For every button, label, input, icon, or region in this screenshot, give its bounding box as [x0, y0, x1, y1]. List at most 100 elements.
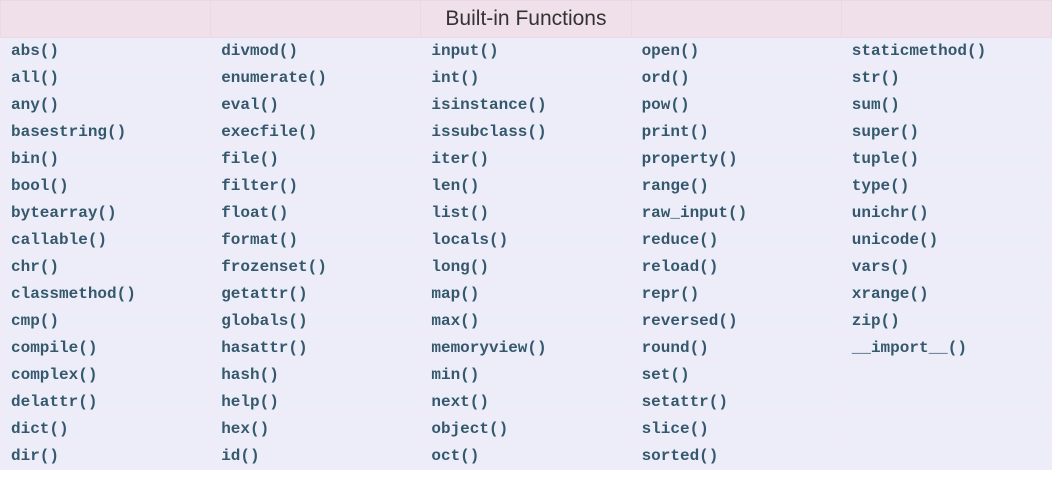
table-cell: dict()	[1, 416, 211, 443]
function-link[interactable]: cmp()	[11, 312, 59, 330]
function-link[interactable]: delattr()	[11, 393, 97, 411]
table-row: callable() format() locals() reduce() unicod…	[1, 227, 1052, 254]
function-link[interactable]: hasattr()	[221, 339, 307, 357]
table-cell: callable()	[1, 227, 211, 254]
function-link[interactable]: complex()	[11, 366, 97, 384]
function-link[interactable]: reload()	[642, 258, 719, 276]
function-link[interactable]: min()	[431, 366, 479, 384]
function-link[interactable]: frozenset()	[221, 258, 327, 276]
function-link[interactable]: print()	[642, 123, 709, 141]
function-link[interactable]: max()	[431, 312, 479, 330]
function-link[interactable]: setattr()	[642, 393, 728, 411]
function-link[interactable]: dict()	[11, 420, 69, 438]
function-link[interactable]: sum()	[852, 96, 900, 114]
function-link[interactable]: float()	[221, 204, 288, 222]
function-link[interactable]: enumerate()	[221, 69, 327, 87]
function-link[interactable]: issubclass()	[431, 123, 546, 141]
function-link[interactable]: id()	[221, 447, 259, 465]
function-link[interactable]: basestring()	[11, 123, 126, 141]
function-link[interactable]: format()	[221, 231, 298, 249]
table-cell: long()	[421, 254, 631, 281]
function-link[interactable]: classmethod()	[11, 285, 136, 303]
function-link[interactable]: round()	[642, 339, 709, 357]
header-cell-title: Built-in Functions	[421, 1, 631, 38]
function-link[interactable]: repr()	[642, 285, 700, 303]
table-cell: ord()	[631, 65, 841, 92]
function-link[interactable]: super()	[852, 123, 919, 141]
function-link[interactable]: staticmethod()	[852, 42, 986, 60]
function-link[interactable]: divmod()	[221, 42, 298, 60]
table-cell: input()	[421, 38, 631, 65]
function-link[interactable]: reduce()	[642, 231, 719, 249]
function-link[interactable]: range()	[642, 177, 709, 195]
function-link[interactable]: xrange()	[852, 285, 929, 303]
function-link[interactable]: file()	[221, 150, 279, 168]
function-link[interactable]: isinstance()	[431, 96, 546, 114]
function-link[interactable]: memoryview()	[431, 339, 546, 357]
function-link[interactable]: set()	[642, 366, 690, 384]
table-cell: reduce()	[631, 227, 841, 254]
table-cell: compile()	[1, 335, 211, 362]
table-cell: next()	[421, 389, 631, 416]
function-link[interactable]: locals()	[431, 231, 508, 249]
function-link[interactable]: oct()	[431, 447, 479, 465]
function-link[interactable]: unicode()	[852, 231, 938, 249]
function-link[interactable]: type()	[852, 177, 910, 195]
function-link[interactable]: eval()	[221, 96, 279, 114]
function-link[interactable]: property()	[642, 150, 738, 168]
function-link[interactable]: str()	[852, 69, 900, 87]
function-link[interactable]: reversed()	[642, 312, 738, 330]
function-link[interactable]: len()	[431, 177, 479, 195]
function-link[interactable]: compile()	[11, 339, 97, 357]
function-link[interactable]: raw_input()	[642, 204, 748, 222]
function-link[interactable]: input()	[431, 42, 498, 60]
function-link[interactable]: ord()	[642, 69, 690, 87]
function-link[interactable]: abs()	[11, 42, 59, 60]
function-link[interactable]: all()	[11, 69, 59, 87]
function-link[interactable]: next()	[431, 393, 489, 411]
function-link[interactable]: list()	[431, 204, 489, 222]
table-cell: sum()	[841, 92, 1051, 119]
function-link[interactable]: execfile()	[221, 123, 317, 141]
table-row: bytearray() float() list() raw_input() unich…	[1, 200, 1052, 227]
function-link[interactable]: bin()	[11, 150, 59, 168]
function-link[interactable]: help()	[221, 393, 279, 411]
builtin-functions-table: Built-in Functions abs() divmod() input() o…	[0, 0, 1052, 470]
table-cell: iter()	[421, 146, 631, 173]
table-cell: open()	[631, 38, 841, 65]
function-link[interactable]: hash()	[221, 366, 279, 384]
table-row: cmp() globals() max() reversed() zip()	[1, 308, 1052, 335]
function-link[interactable]: hex()	[221, 420, 269, 438]
function-link[interactable]: getattr()	[221, 285, 307, 303]
function-link[interactable]: filter()	[221, 177, 298, 195]
function-link[interactable]: sorted()	[642, 447, 719, 465]
table-row: chr() frozenset() long() reload() vars()	[1, 254, 1052, 281]
function-link[interactable]: globals()	[221, 312, 307, 330]
table-cell: __import__()	[841, 335, 1051, 362]
function-link[interactable]: int()	[431, 69, 479, 87]
table-cell: dir()	[1, 443, 211, 470]
function-link[interactable]: pow()	[642, 96, 690, 114]
table-cell: isinstance()	[421, 92, 631, 119]
function-link[interactable]: object()	[431, 420, 508, 438]
function-link[interactable]: bytearray()	[11, 204, 117, 222]
function-link[interactable]: any()	[11, 96, 59, 114]
function-link[interactable]: bool()	[11, 177, 69, 195]
function-link[interactable]: long()	[431, 258, 489, 276]
function-link[interactable]: slice()	[642, 420, 709, 438]
function-link[interactable]: map()	[431, 285, 479, 303]
function-link[interactable]: __import__()	[852, 339, 967, 357]
function-link[interactable]: chr()	[11, 258, 59, 276]
function-link[interactable]: iter()	[431, 150, 489, 168]
function-link[interactable]: tuple()	[852, 150, 919, 168]
function-link[interactable]: vars()	[852, 258, 910, 276]
function-link[interactable]: dir()	[11, 447, 59, 465]
function-link[interactable]: open()	[642, 42, 700, 60]
function-link[interactable]: unichr()	[852, 204, 929, 222]
table-row: basestring() execfile() issubclass() print(…	[1, 119, 1052, 146]
table-row: delattr() help() next() setattr()	[1, 389, 1052, 416]
function-link[interactable]: callable()	[11, 231, 107, 249]
function-link[interactable]: zip()	[852, 312, 900, 330]
table-cell: eval()	[211, 92, 421, 119]
table-cell: complex()	[1, 362, 211, 389]
